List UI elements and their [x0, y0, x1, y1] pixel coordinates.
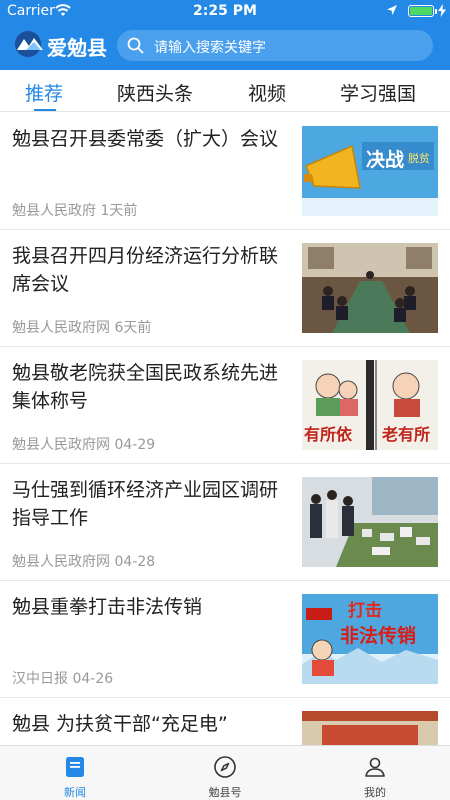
- news-title: 马仕强到循环经济产业园区调研指导工作: [12, 479, 279, 529]
- news-thumbnail: 打击 非法传销: [302, 594, 438, 684]
- battery-tip: [435, 9, 437, 14]
- news-meta: 勉县人民政府网 04-29: [12, 434, 155, 454]
- battery-icon: [408, 5, 434, 17]
- tab-video[interactable]: 视频: [248, 79, 286, 106]
- search-icon: [127, 37, 144, 54]
- news-source: 勉县人民政府网: [12, 320, 110, 336]
- news-item[interactable]: 马仕强到循环经济产业园区调研指导工作 勉县人民政府网 04-28: [0, 464, 450, 581]
- charging-icon: [438, 4, 446, 17]
- news-meta: 勉县人民政府 1天前: [12, 200, 137, 220]
- news-feed: 勉县召开县委常委（扩大）会议 勉县人民政府 1天前 决战 脱贫 我县召开四月份经…: [0, 113, 450, 745]
- person-icon: [365, 757, 385, 777]
- news-source: 勉县人民政府: [12, 203, 96, 219]
- news-title: 我县召开四月份经济运行分析联席会议: [12, 245, 279, 295]
- tabbar-mianxian-hao[interactable]: 勉县号: [175, 746, 275, 800]
- thumb-text: 决战: [366, 149, 404, 171]
- thumb-text-left: 有所依: [304, 425, 353, 444]
- news-item[interactable]: 我县召开四月份经济运行分析联席会议 勉县人民政府网 6天前: [0, 230, 450, 347]
- news-time: 6天前: [114, 320, 152, 336]
- search-placeholder: 请输入搜索关键字: [154, 40, 266, 56]
- news-title: 勉县重拳打击非法传销: [12, 596, 203, 618]
- app-header: Carrier 2:25 PM 爱勉县 请输入搜索关键字: [0, 0, 450, 70]
- news-source: 勉县人民政府网: [12, 554, 110, 570]
- news-source: 勉县人民政府网: [12, 437, 110, 453]
- news-item[interactable]: 勉县召开县委常委（扩大）会议 勉县人民政府 1天前 决战 脱贫: [0, 113, 450, 230]
- news-title: 勉县召开县委常委（扩大）会议: [12, 128, 279, 150]
- category-tabs: 推荐 陕西头条 视频 学习强国: [0, 70, 450, 112]
- news-time: 04-26: [72, 671, 114, 687]
- tabbar-mianxian-hao-label: 勉县号: [208, 786, 242, 799]
- app-name: 爱勉县: [47, 36, 107, 60]
- news-meta: 汉中日报 04-26: [12, 668, 113, 688]
- thumb-text-2: 脱贫: [408, 151, 430, 165]
- news-icon: [66, 757, 84, 777]
- tabbar-news[interactable]: 新闻: [25, 746, 125, 800]
- tabbar-news-label: 新闻: [64, 786, 86, 799]
- news-item[interactable]: 勉县敬老院获全国民政系统先进集体称号 勉县人民政府网 04-29 有所依 老有所: [0, 347, 450, 464]
- thumb-text: 打击: [348, 600, 382, 621]
- news-source: 汉中日报: [12, 671, 68, 687]
- news-thumbnail: 有所依 老有所: [302, 360, 438, 450]
- news-title: 勉县敬老院获全国民政系统先进集体称号: [12, 362, 279, 412]
- status-time: 2:25 PM: [193, 3, 257, 19]
- thumb-text-2: 非法传销: [340, 624, 416, 647]
- news-meta: 勉县人民政府网 6天前: [12, 317, 151, 337]
- tabbar-profile[interactable]: 我的: [325, 746, 425, 800]
- tab-shaanxi-headlines[interactable]: 陕西头条: [117, 79, 193, 106]
- news-time: 1天前: [100, 203, 138, 219]
- news-time: 04-28: [114, 554, 156, 570]
- logo-mountain-icon: [15, 31, 43, 57]
- news-item[interactable]: 勉县 为扶贫干部“充足电”: [0, 698, 450, 745]
- news-meta: 勉县人民政府网 04-28: [12, 551, 155, 571]
- news-thumbnail: [302, 243, 438, 333]
- tabbar-profile-label: 我的: [364, 786, 386, 799]
- news-thumbnail: [302, 477, 438, 567]
- location-arrow-icon: [387, 5, 397, 15]
- news-item[interactable]: 勉县重拳打击非法传销 汉中日报 04-26 打击 非法传销: [0, 581, 450, 698]
- compass-icon: [214, 756, 236, 778]
- tab-xuexi-qiangguo[interactable]: 学习强国: [340, 79, 416, 106]
- search-box[interactable]: 请输入搜索关键字: [117, 30, 433, 61]
- bottom-tab-bar: 新闻 勉县号 我的: [0, 745, 450, 800]
- news-time: 04-29: [114, 437, 156, 453]
- status-bar: Carrier 2:25 PM: [0, 0, 450, 22]
- news-thumbnail: 决战 脱贫: [302, 126, 438, 216]
- thumb-text-right: 老有所: [381, 425, 430, 444]
- news-title: 勉县 为扶贫干部“充足电”: [12, 713, 228, 735]
- news-thumbnail: [302, 711, 438, 745]
- active-tab-indicator: [34, 109, 56, 111]
- tab-recommend[interactable]: 推荐: [25, 79, 63, 106]
